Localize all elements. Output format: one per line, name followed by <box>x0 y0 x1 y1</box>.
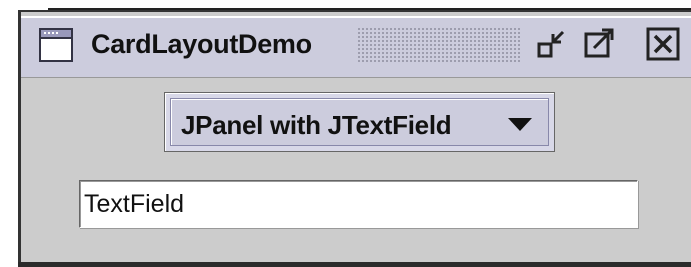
title-bar[interactable]: CardLayoutDemo <box>21 16 691 78</box>
close-button[interactable] <box>645 26 681 62</box>
card-selector-combobox[interactable]: JPanel with JTextField <box>164 92 555 152</box>
combobox-selected-value: JPanel with JTextField <box>181 110 452 140</box>
iconify-button[interactable] <box>535 26 571 62</box>
window-bottom-edge <box>18 262 691 267</box>
title-bar-grip <box>358 28 520 62</box>
triangle-down-icon[interactable] <box>508 118 532 137</box>
close-icon <box>646 27 680 61</box>
title-bar-highlight <box>21 16 691 18</box>
iconify-icon <box>537 30 565 58</box>
window-title: CardLayoutDemo <box>91 29 312 59</box>
window-icon[interactable] <box>39 28 73 62</box>
maximize-icon <box>584 28 614 58</box>
combobox-inner[interactable]: JPanel with JTextField <box>170 98 549 146</box>
text-field[interactable] <box>79 180 638 228</box>
maximize-button[interactable] <box>582 26 618 62</box>
